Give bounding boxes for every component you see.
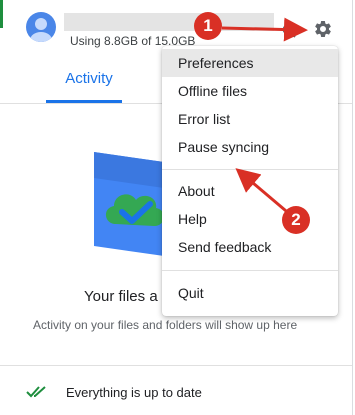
double-check-icon xyxy=(26,386,46,398)
menu-item-label: About xyxy=(178,183,215,199)
annotation-badge-1: 1 xyxy=(194,12,222,40)
settings-menu: Preferences Offline files Error list Pau… xyxy=(162,46,338,316)
search-icon[interactable] xyxy=(282,24,296,38)
avatar-body xyxy=(30,32,52,42)
menu-item-preferences[interactable]: Preferences xyxy=(162,49,338,77)
menu-item-about[interactable]: About xyxy=(162,177,338,205)
status-edge xyxy=(0,0,3,28)
empty-state-heading: Your files a xyxy=(84,288,158,305)
tab-activity-label: Activity xyxy=(65,70,113,87)
menu-item-help[interactable]: Help xyxy=(162,205,338,233)
menu-item-send-feedback[interactable]: Send feedback xyxy=(162,233,338,261)
menu-item-offline-files[interactable]: Offline files xyxy=(162,77,338,105)
menu-item-label: Help xyxy=(178,211,207,227)
menu-divider xyxy=(162,169,338,170)
menu-item-label: Error list xyxy=(178,111,231,127)
menu-item-quit[interactable]: Quit xyxy=(162,279,338,307)
menu-item-error-list[interactable]: Error list xyxy=(162,105,338,133)
tab-activity[interactable]: Activity xyxy=(46,62,132,102)
sync-status: Everything is up to date xyxy=(66,385,202,400)
menu-item-label: Offline files xyxy=(178,83,247,99)
annotation-badge-2: 2 xyxy=(282,206,310,234)
menu-divider xyxy=(162,270,338,271)
menu-item-pause-syncing[interactable]: Pause syncing xyxy=(162,133,338,161)
footer-divider xyxy=(0,365,352,366)
menu-item-label: Pause syncing xyxy=(178,139,270,155)
account-name-redacted xyxy=(64,13,274,31)
avatar-head xyxy=(35,18,47,30)
avatar[interactable] xyxy=(26,12,56,42)
empty-state-note: Activity on your files and folders will … xyxy=(33,318,298,332)
menu-item-label: Send feedback xyxy=(178,239,272,255)
menu-item-label: Preferences xyxy=(178,55,254,71)
gear-icon[interactable] xyxy=(313,19,333,39)
menu-item-label: Quit xyxy=(178,285,204,301)
